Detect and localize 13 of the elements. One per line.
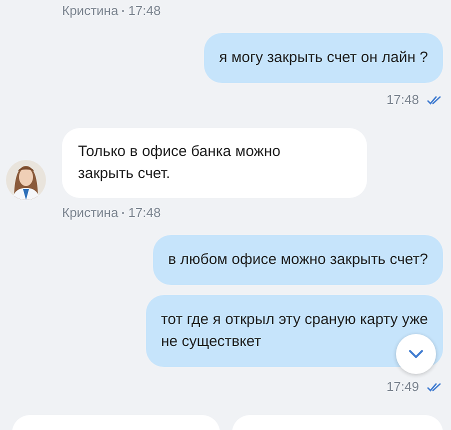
message-bubble: Только в офисе банка можно закрыть счет. — [62, 128, 367, 198]
message-bubble: я могу закрыть счет он лайн ? — [204, 33, 443, 83]
message-time: 17:48 — [128, 205, 161, 220]
message-bubble: тот где я открыл эту сраную карту уже не существкет — [146, 295, 443, 367]
separator-dot — [122, 10, 124, 12]
chevron-down-icon — [408, 349, 424, 359]
message-time: 17:49 — [386, 379, 419, 394]
sender-name: Кристина — [62, 205, 118, 220]
message-time: 17:48 — [386, 92, 419, 107]
message-time: 17:48 — [128, 3, 161, 18]
sender-name: Кристина — [62, 3, 118, 18]
separator-dot — [122, 212, 124, 214]
message-bubble: в любом офисе можно закрыть счет? — [153, 235, 443, 285]
